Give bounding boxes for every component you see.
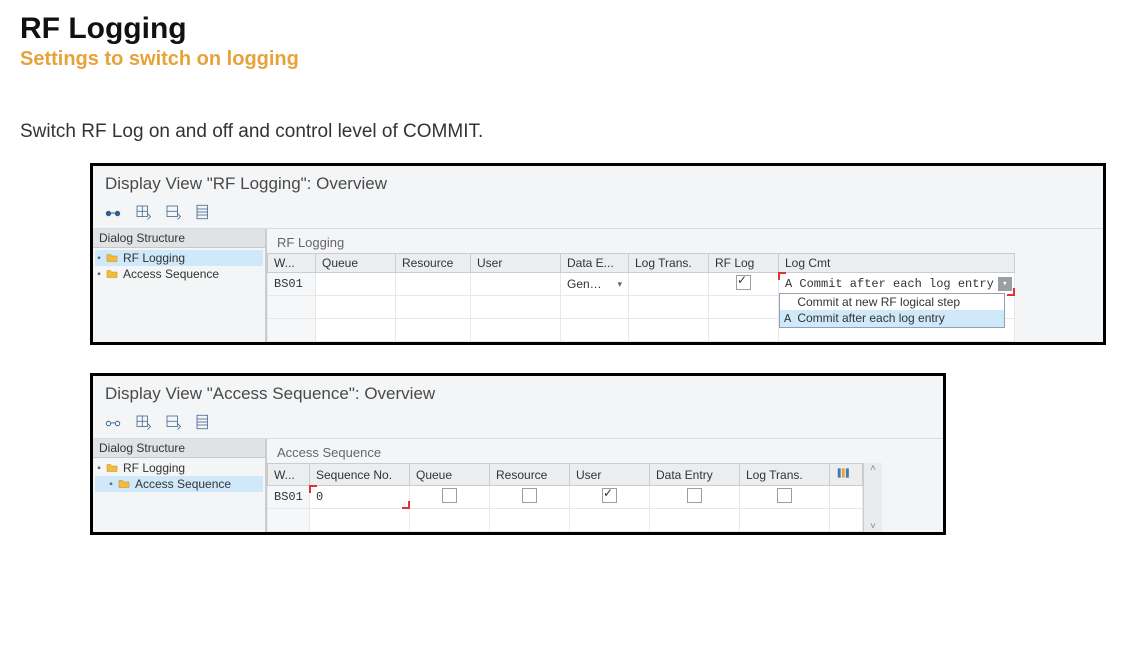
log-cmt-selected-value: A Commit after each log entry — [785, 277, 994, 291]
folder-icon — [105, 252, 119, 264]
dropdown-option[interactable]: Commit at new RF logical step — [780, 294, 1004, 310]
checkbox-icon — [736, 275, 751, 290]
folder-icon — [105, 268, 119, 280]
table-row — [268, 509, 863, 532]
dialog-structure-tree: Dialog Structure ▪ RF Logging ▪ Access S… — [93, 229, 267, 342]
columns-icon — [836, 466, 850, 480]
checkbox-icon — [687, 488, 702, 503]
bullet-icon: ▪ — [97, 256, 101, 260]
col-header[interactable]: W... — [268, 464, 310, 486]
checkbox-icon — [602, 488, 617, 503]
cell-queue-checkbox[interactable] — [410, 486, 490, 509]
cell-log-trans-checkbox[interactable] — [740, 486, 830, 509]
rf-logging-table: W... Queue Resource User Data E... Log T… — [267, 253, 1015, 342]
dropdown-option[interactable]: A Commit after each log entry — [780, 310, 1004, 327]
scroll-down-icon[interactable]: ˅ — [870, 521, 876, 532]
glasses-icon[interactable] — [103, 202, 123, 222]
table-header-row: W... Queue Resource User Data E... Log T… — [268, 254, 1015, 273]
col-header[interactable]: Log Trans. — [740, 464, 830, 486]
cell-data-entry[interactable]: Gen… ▾ — [561, 273, 629, 296]
option-code: A — [784, 312, 794, 326]
toolbar — [93, 410, 943, 438]
expand-all-icon[interactable] — [133, 412, 153, 432]
tree-item-rf-logging[interactable]: ▪ RF Logging — [95, 460, 263, 476]
tree-item-label: RF Logging — [123, 461, 185, 475]
cell-queue[interactable] — [316, 273, 396, 296]
dialog-structure-tree: Dialog Structure ▪ RF Logging ▪ Access S… — [93, 439, 267, 532]
col-header[interactable]: User — [471, 254, 561, 273]
cell-resource-checkbox[interactable] — [490, 486, 570, 509]
tree-item-rf-logging[interactable]: ▪ RF Logging — [95, 250, 263, 266]
page-subtitle: Settings to switch on logging — [20, 48, 1123, 71]
cell-log-trans[interactable] — [629, 273, 709, 296]
cell-user[interactable] — [471, 273, 561, 296]
tree-item-label: RF Logging — [123, 251, 185, 265]
tree-item-label: Access Sequence — [123, 267, 219, 281]
cell-user-checkbox[interactable] — [570, 486, 650, 509]
data-entry-value: Gen… — [567, 277, 602, 291]
vertical-scrollbar[interactable]: ˄ ˅ — [863, 463, 882, 532]
table-row[interactable]: BS01 Gen… ▾ — [268, 273, 1015, 296]
position-icon[interactable] — [193, 202, 213, 222]
tree-header: Dialog Structure — [93, 229, 265, 248]
panel-rf-logging: Display View "RF Logging": Overview Dial… — [90, 163, 1106, 345]
window-title: Display View "Access Sequence": Overview — [93, 376, 943, 410]
col-header[interactable]: Queue — [316, 254, 396, 273]
expand-all-icon[interactable] — [133, 202, 153, 222]
cell-resource[interactable] — [396, 273, 471, 296]
cell-log-cmt-dropdown[interactable]: A Commit after each log entry ▾ Commit a… — [779, 273, 1015, 296]
option-text: Commit after each log entry — [797, 311, 944, 325]
column-config-header[interactable] — [830, 464, 863, 486]
col-header[interactable]: Resource — [490, 464, 570, 486]
folder-icon — [105, 462, 119, 474]
folder-icon — [117, 478, 131, 490]
cell-rf-log-checkbox[interactable] — [709, 273, 779, 296]
bullet-icon: ▪ — [109, 482, 113, 486]
toolbar — [93, 200, 1103, 228]
cell-warehouse[interactable]: BS01 — [268, 273, 316, 296]
cell-sequence-no[interactable]: 0 — [310, 486, 410, 509]
col-header[interactable]: Sequence No. — [310, 464, 410, 486]
panel-access-sequence: Display View "Access Sequence": Overview… — [90, 373, 946, 535]
grid-title: RF Logging — [267, 235, 1103, 253]
page-description: Switch RF Log on and off and control lev… — [20, 121, 1123, 143]
bullet-icon: ▪ — [97, 466, 101, 470]
glasses-icon[interactable] — [103, 412, 123, 432]
tree-item-access-sequence[interactable]: ▪ Access Sequence — [95, 476, 263, 492]
tree-header: Dialog Structure — [93, 439, 265, 458]
log-cmt-dropdown-list: Commit at new RF logical step A Commit a… — [779, 293, 1005, 328]
grid-title: Access Sequence — [267, 445, 943, 463]
page-title: RF Logging — [20, 12, 1123, 46]
col-header[interactable]: Data Entry — [650, 464, 740, 486]
position-icon[interactable] — [193, 412, 213, 432]
table-row[interactable]: BS01 0 — [268, 486, 863, 509]
checkbox-icon — [522, 488, 537, 503]
collapse-all-icon[interactable] — [163, 202, 183, 222]
scroll-up-icon[interactable]: ˄ — [870, 463, 876, 474]
col-header[interactable]: Queue — [410, 464, 490, 486]
chevron-down-icon[interactable]: ▾ — [998, 277, 1012, 291]
col-header[interactable]: Resource — [396, 254, 471, 273]
option-text: Commit at new RF logical step — [797, 295, 960, 309]
col-header[interactable]: Log Cmt — [779, 254, 1015, 273]
col-header[interactable]: User — [570, 464, 650, 486]
col-header[interactable]: W... — [268, 254, 316, 273]
col-header[interactable]: Data E... — [561, 254, 629, 273]
checkbox-icon — [777, 488, 792, 503]
window-title: Display View "RF Logging": Overview — [93, 166, 1103, 200]
grid-pane-access-sequence: Access Sequence W... Sequence No. Queue … — [267, 439, 943, 532]
tree-item-access-sequence[interactable]: ▪ Access Sequence — [95, 266, 263, 282]
chevron-down-icon[interactable]: ▾ — [617, 279, 622, 290]
cell-data-entry-checkbox[interactable] — [650, 486, 740, 509]
col-header[interactable]: RF Log — [709, 254, 779, 273]
table-header-row: W... Sequence No. Queue Resource User Da… — [268, 464, 863, 486]
checkbox-icon — [442, 488, 457, 503]
bullet-icon: ▪ — [97, 272, 101, 276]
access-sequence-table: W... Sequence No. Queue Resource User Da… — [267, 463, 863, 532]
grid-pane-rf-logging: RF Logging W... Queue Resource User Data… — [267, 229, 1103, 342]
cell-warehouse[interactable]: BS01 — [268, 486, 310, 509]
tree-item-label: Access Sequence — [135, 477, 231, 491]
col-header[interactable]: Log Trans. — [629, 254, 709, 273]
collapse-all-icon[interactable] — [163, 412, 183, 432]
